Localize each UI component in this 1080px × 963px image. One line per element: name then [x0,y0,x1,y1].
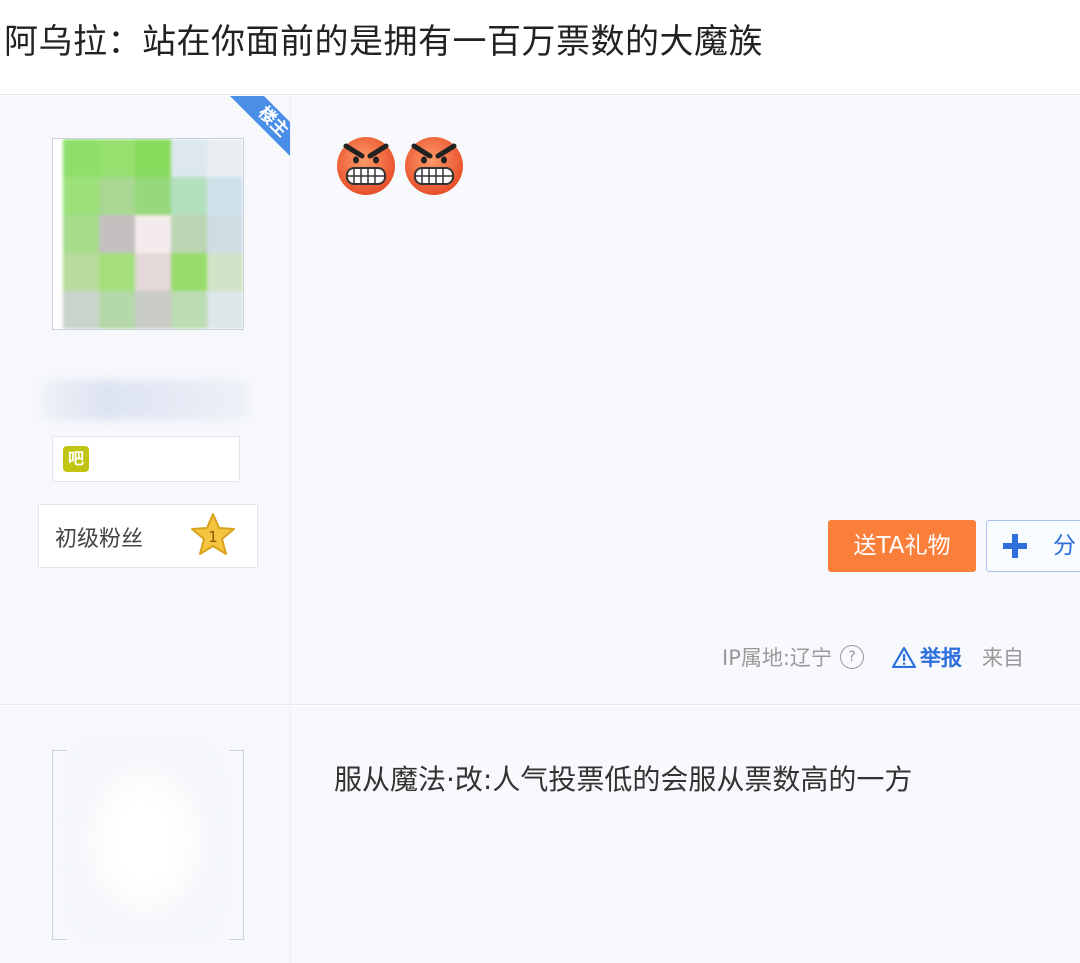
report-link[interactable]: 举报 [891,642,962,672]
report-label: 举报 [919,646,962,670]
star-level-number: 1 [208,528,218,546]
share-label: 分 [1053,533,1076,559]
send-gift-button[interactable]: 送TA礼物 [828,520,976,572]
post-meta: IP属地:辽宁 ? 举报 来自 [722,642,1024,672]
post-content [334,132,466,196]
post-floor-2: 服从魔法·改:人气投票低的会服从票数高的一方 [0,706,1080,963]
plus-icon [1003,534,1027,558]
ip-location: IP属地:辽宁 [722,646,832,670]
help-icon[interactable]: ? [839,645,864,669]
avatar-2-blur [70,746,220,936]
username-blurred[interactable] [42,380,247,420]
fan-level-label: 初级粉丝 [55,527,144,552]
angry-face-icon [405,137,463,195]
thread-title-bar: 阿乌拉：站在你面前的是拥有一百万票数的大魔族 [0,0,1080,95]
post-floor-1: 楼主 吧 初级粉丝 1 送TA礼物 分 IP属地:辽宁 ? 举报 来自 [0,96,1080,705]
share-button[interactable]: 分 [986,520,1080,572]
member-level-box: 吧 [52,436,240,482]
thread-starter-badge: 楼主 [212,96,290,174]
warning-icon [891,646,916,668]
angry-face-icon [337,137,395,195]
fan-level-box: 初级粉丝 1 [38,504,258,568]
author-column-2 [0,706,291,963]
thread-starter-label: 楼主 [225,96,290,170]
member-icon[interactable]: 吧 [63,446,89,472]
star-level-icon: 1 [191,513,235,555]
from-client: 来自 [981,646,1024,670]
author-column: 楼主 吧 初级粉丝 1 [0,96,291,704]
post-2-content: 服从魔法·改:人气投票低的会服从票数高的一方 [334,763,913,796]
thread-title: 阿乌拉：站在你面前的是拥有一百万票数的大魔族 [4,22,763,62]
emoji-row [334,132,466,196]
